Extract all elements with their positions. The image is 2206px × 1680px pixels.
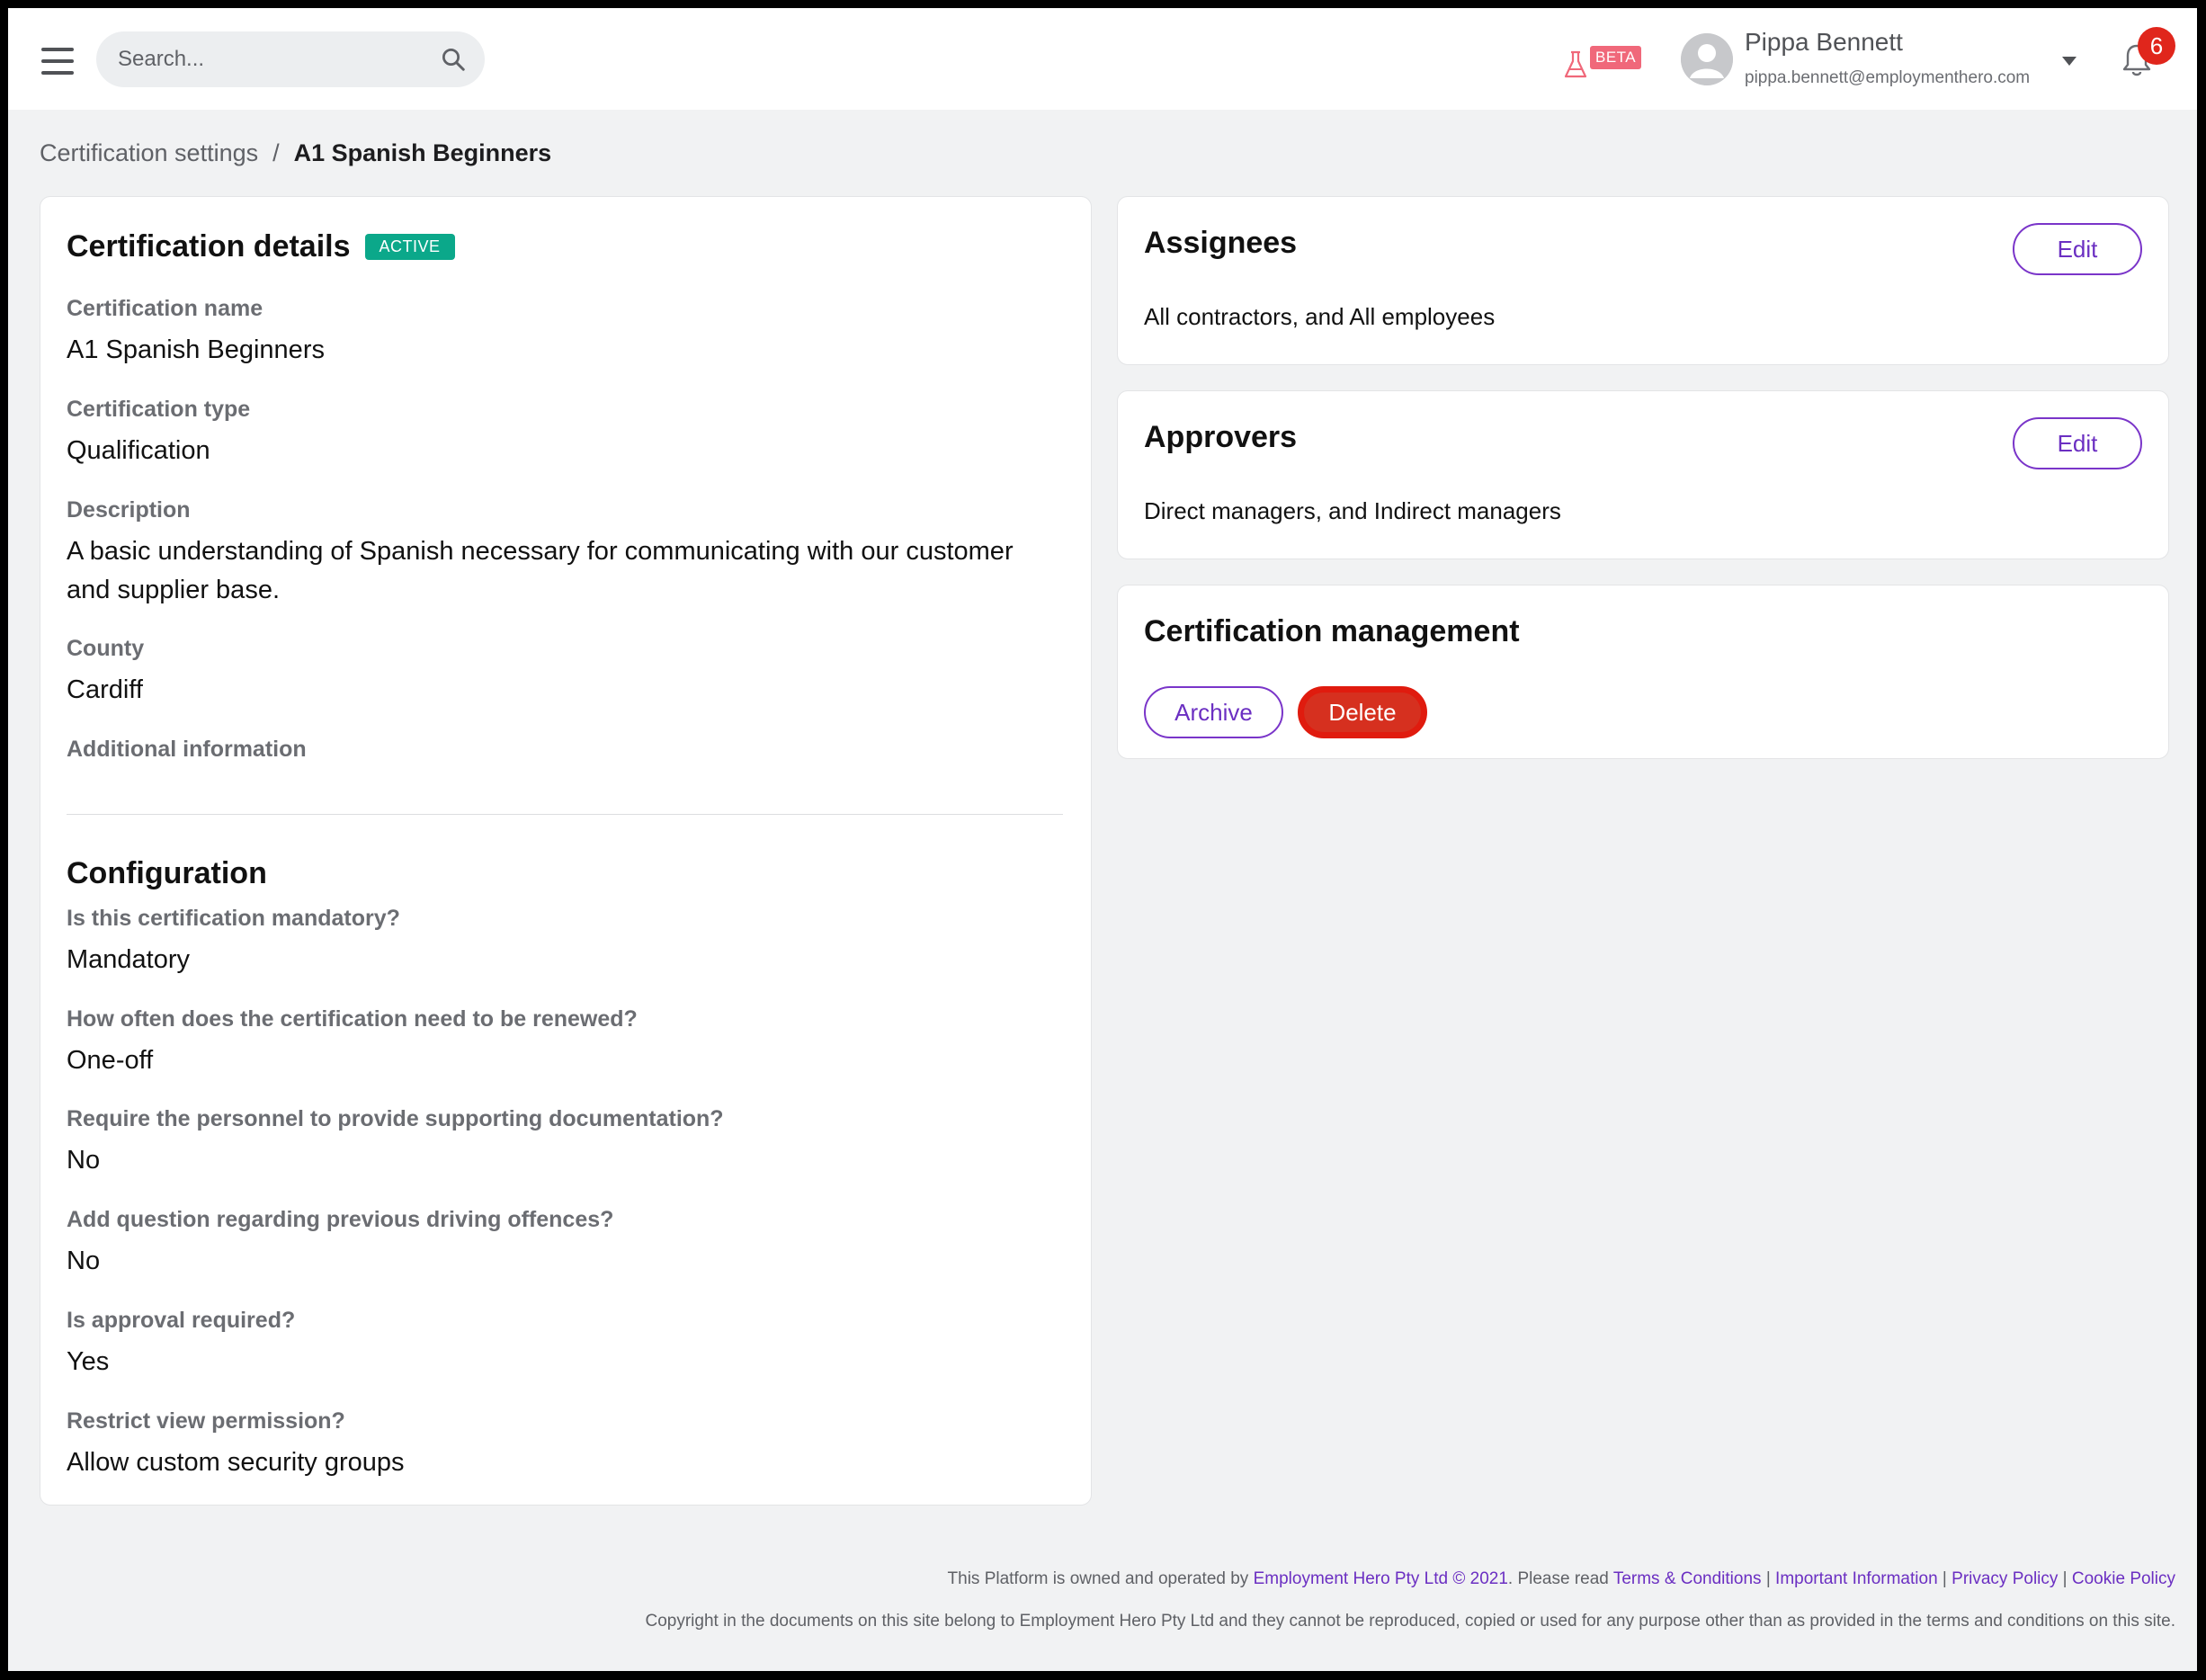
footer-separator: | — [1937, 1569, 1952, 1588]
field-value: Qualification — [67, 436, 210, 465]
field-label: How often does the certification need to… — [67, 1006, 638, 1032]
footer-separator: | — [1761, 1569, 1776, 1588]
chevron-down-icon[interactable] — [2060, 55, 2078, 67]
status-badge: ACTIVE — [364, 234, 455, 260]
approvers-summary: Direct managers, and Indirect managers — [1144, 497, 1561, 524]
approvers-title: Approvers — [1144, 420, 1298, 454]
field-certification-type: Certification type Qualification — [67, 397, 250, 470]
footer-separator: | — [2058, 1569, 2072, 1588]
field-additional-information: Additional information — [67, 737, 307, 763]
footer-legal-links: This Platform is owned and operated by E… — [8, 1569, 2197, 1589]
archive-button[interactable]: Archive — [1144, 686, 1283, 738]
certification-management-card: Certification management Archive Delete — [1117, 585, 2169, 759]
certification-details-card: Certification details ACTIVE Certificati… — [40, 196, 1092, 1506]
footer-copyright: Copyright in the documents on this site … — [645, 1612, 2175, 1631]
details-title: Certification details — [67, 229, 351, 264]
field-label: Description — [67, 497, 191, 523]
breadcrumb-parent-link[interactable]: Certification settings — [40, 139, 258, 167]
field-view-permission: Restrict view permission? Allow custom s… — [67, 1408, 405, 1482]
field-label: Certification name — [67, 296, 263, 321]
field-label: Is approval required? — [67, 1308, 296, 1333]
footer-company-link[interactable]: Employment Hero Pty Ltd © 2021 — [1254, 1569, 1508, 1588]
field-value: Allow custom security groups — [67, 1448, 405, 1477]
approvers-card: Approvers Edit Direct managers, and Indi… — [1117, 390, 2169, 559]
footer-prefix: This Platform is owned and operated by — [947, 1569, 1254, 1588]
assignees-summary: All contractors, and All employees — [1144, 303, 1496, 330]
management-actions: Archive Delete — [1144, 686, 1427, 738]
field-label: Restrict view permission? — [67, 1408, 345, 1434]
field-value: No — [67, 1146, 101, 1175]
footer-please-read: . Please read — [1507, 1569, 1613, 1588]
edit-assignees-button[interactable]: Edit — [2013, 223, 2142, 275]
footer-important-info-link[interactable]: Important Information — [1775, 1569, 1938, 1588]
field-approval-required: Is approval required? Yes — [67, 1308, 295, 1381]
footer-cookie-link[interactable]: Cookie Policy — [2072, 1569, 2175, 1588]
field-value: Mandatory — [67, 945, 191, 974]
app-window: BETA Pippa Bennett pippa.bennett@employm… — [8, 8, 2197, 1671]
beta-features[interactable]: BETA — [1552, 40, 1642, 85]
footer-privacy-link[interactable]: Privacy Policy — [1951, 1569, 2058, 1588]
search-icon[interactable] — [440, 46, 467, 73]
assignees-card: Assignees Edit All contractors, and All … — [1117, 196, 2169, 365]
assignees-title: Assignees — [1144, 226, 1298, 260]
notification-count-badge[interactable]: 6 — [2138, 27, 2175, 65]
field-certification-name: Certification name A1 Spanish Beginners — [67, 296, 325, 370]
breadcrumb-separator: / — [272, 139, 280, 166]
avatar[interactable] — [1681, 33, 1733, 85]
user-email: pippa.bennett@employmenthero.com — [1745, 68, 2031, 87]
user-name[interactable]: Pippa Bennett — [1745, 28, 1903, 57]
management-title: Certification management — [1144, 614, 1520, 648]
search-box[interactable] — [96, 31, 485, 87]
field-mandatory: Is this certification mandatory? Mandato… — [67, 906, 400, 979]
breadcrumb-current: A1 Spanish Beginners — [293, 139, 552, 166]
flask-icon — [1564, 50, 1587, 78]
search-input[interactable] — [118, 47, 440, 72]
field-label: County — [67, 636, 145, 661]
field-value: A1 Spanish Beginners — [67, 335, 325, 364]
field-label: Add question regarding previous driving … — [67, 1207, 614, 1232]
field-label: Certification type — [67, 397, 251, 422]
field-description: Description A basic understanding of Spa… — [67, 497, 1038, 610]
details-header: Certification details ACTIVE — [67, 229, 455, 264]
breadcrumb: Certification settings / A1 Spanish Begi… — [40, 139, 551, 167]
edit-approvers-button[interactable]: Edit — [2013, 417, 2142, 469]
field-value: Yes — [67, 1347, 110, 1376]
field-supporting-documentation: Require the personnel to provide support… — [67, 1106, 724, 1180]
field-value: One-off — [67, 1046, 154, 1075]
user-icon — [1681, 33, 1733, 85]
configuration-title: Configuration — [67, 856, 267, 890]
field-value: A basic understanding of Spanish necessa… — [67, 537, 1014, 604]
field-label: Require the personnel to provide support… — [67, 1106, 724, 1131]
field-label: Is this certification mandatory? — [67, 906, 400, 931]
field-value: No — [67, 1247, 101, 1275]
field-renewal: How often does the certification need to… — [67, 1006, 638, 1080]
field-county: County Cardiff — [67, 636, 144, 710]
top-bar: BETA Pippa Bennett pippa.bennett@employm… — [8, 8, 2197, 110]
section-divider — [67, 814, 1063, 815]
field-value: Cardiff — [67, 675, 143, 704]
menu-icon[interactable] — [41, 48, 74, 75]
beta-badge: BETA — [1590, 46, 1642, 69]
delete-button[interactable]: Delete — [1298, 686, 1427, 738]
footer-terms-link[interactable]: Terms & Conditions — [1613, 1569, 1762, 1588]
field-driving-offences: Add question regarding previous driving … — [67, 1207, 613, 1281]
field-label: Additional information — [67, 737, 307, 762]
